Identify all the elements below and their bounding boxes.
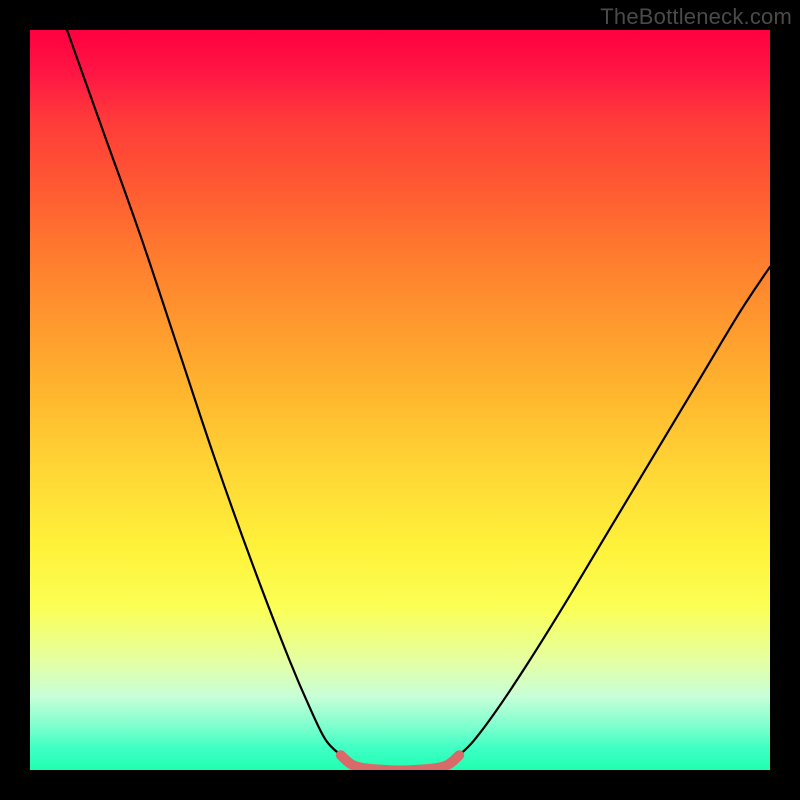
optimal-basin [341,755,459,770]
chart-frame: TheBottleneck.com [0,0,800,800]
left-curve [67,30,341,755]
watermark-text: TheBottleneck.com [600,4,792,30]
curve-layer [30,30,770,770]
right-curve [459,267,770,755]
plot-area [30,30,770,770]
